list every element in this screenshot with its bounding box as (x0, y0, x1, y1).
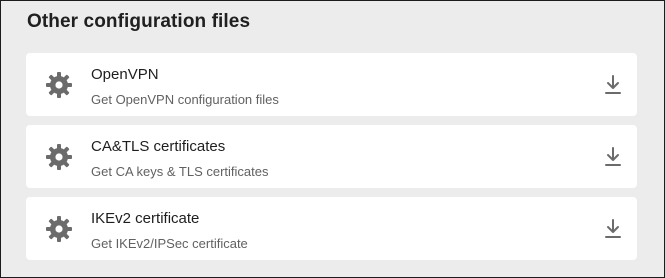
download-icon[interactable] (603, 74, 623, 96)
gear-icon (46, 72, 72, 98)
config-item-title: IKEv2 certificate (91, 210, 200, 227)
config-files-panel: Other configuration files OpenVPN Get Op… (0, 0, 665, 278)
config-item-description: Get OpenVPN configuration files (91, 92, 279, 107)
section-title: Other configuration files (27, 11, 251, 32)
config-item-openvpn[interactable]: OpenVPN Get OpenVPN configuration files (26, 53, 637, 116)
download-icon[interactable] (603, 218, 623, 240)
config-item-ca-tls-certificates[interactable]: CA&TLS certificates Get CA keys & TLS ce… (26, 125, 637, 188)
download-icon[interactable] (603, 146, 623, 168)
gear-icon (46, 144, 72, 170)
config-item-ikev2-certificate[interactable]: IKEv2 certificate Get IKEv2/IPSec certif… (26, 197, 637, 260)
gear-icon (46, 216, 72, 242)
config-item-title: OpenVPN (91, 66, 159, 83)
config-item-description: Get CA keys & TLS certificates (91, 164, 269, 179)
config-item-title: CA&TLS certificates (91, 138, 226, 155)
config-item-description: Get IKEv2/IPSec certificate (91, 236, 248, 251)
